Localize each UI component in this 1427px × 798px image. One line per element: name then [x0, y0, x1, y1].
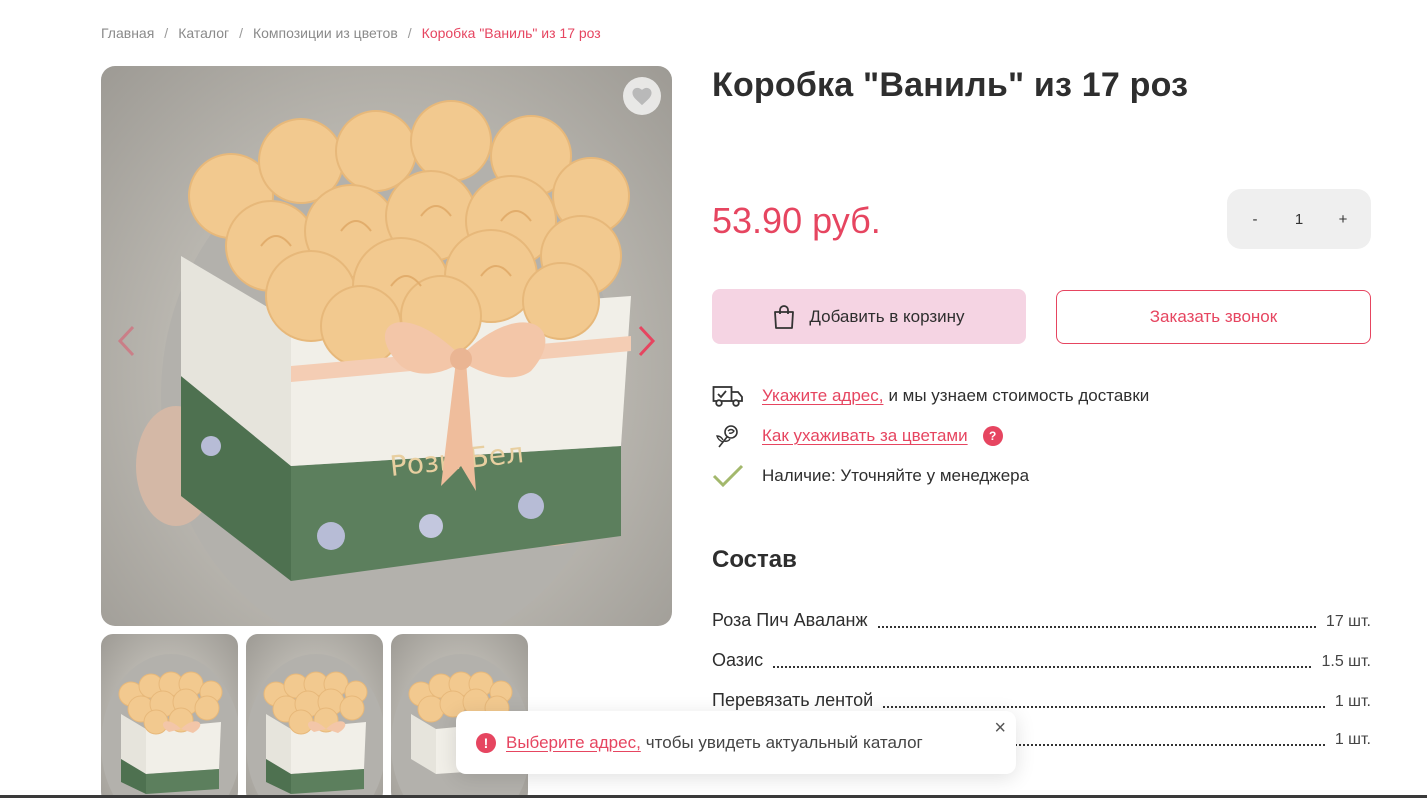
- breadcrumb-category[interactable]: Композиции из цветов: [253, 25, 398, 41]
- dotted-leader: [883, 706, 1325, 708]
- breadcrumb-home[interactable]: Главная: [101, 25, 154, 41]
- availability-info: Наличие: Уточняйте у менеджера: [712, 463, 1029, 489]
- arrow-right-icon[interactable]: [634, 324, 658, 358]
- thumbnail-photo: [246, 654, 383, 798]
- thumbnail-photo: [101, 654, 238, 798]
- dotted-leader: [773, 666, 1312, 668]
- composition-row: Перевязать лентой 1 шт.: [712, 690, 1371, 711]
- thumbnail[interactable]: [246, 634, 383, 798]
- composition-row: Роза Пич Аваланж 17 шт.: [712, 610, 1371, 631]
- add-to-cart-button[interactable]: Добавить в корзину: [712, 289, 1026, 344]
- breadcrumb-catalog[interactable]: Каталог: [178, 25, 229, 41]
- breadcrumb-separator: /: [164, 25, 169, 41]
- warning-icon: !: [476, 732, 496, 753]
- breadcrumb-separator: /: [239, 25, 243, 41]
- shopping-bag-icon: [774, 304, 795, 329]
- help-icon[interactable]: ?: [982, 426, 1003, 446]
- quantity-decrease-button[interactable]: -: [1245, 211, 1265, 228]
- composition-row: Оазис 1.5 шт.: [712, 650, 1371, 671]
- composition-title: Состав: [712, 546, 797, 573]
- quantity-stepper: - 1 +: [1227, 189, 1371, 249]
- thumbnail[interactable]: [101, 634, 238, 798]
- rose-icon: [712, 423, 744, 449]
- favorite-button[interactable]: [623, 77, 661, 115]
- toast-text: чтобы увидеть актуальный каталог: [645, 732, 923, 752]
- care-info: Как ухаживать за цветами ?: [712, 423, 1003, 449]
- quantity-increase-button[interactable]: +: [1333, 211, 1353, 228]
- availability-text: Наличие: Уточняйте у менеджера: [762, 466, 1030, 485]
- composition-item-name: Оазис: [712, 650, 764, 670]
- check-icon: [712, 463, 744, 489]
- product-main-image[interactable]: Розы.Бел: [101, 66, 672, 626]
- breadcrumb: Главная / Каталог / Композиции из цветов…: [101, 25, 601, 41]
- quantity-value[interactable]: 1: [1279, 211, 1319, 228]
- dotted-leader: [877, 626, 1316, 628]
- arrow-left-icon[interactable]: [115, 324, 139, 358]
- composition-item-qty: 1 шт.: [1334, 731, 1371, 748]
- add-to-cart-label: Добавить в корзину: [809, 306, 965, 326]
- delivery-truck-icon: [712, 383, 744, 409]
- composition-item-qty: 17 шт.: [1325, 613, 1371, 630]
- specify-address-link[interactable]: Укажите адрес,: [762, 386, 883, 406]
- breadcrumb-current: Коробка "Ваниль" из 17 роз: [421, 25, 601, 41]
- delivery-info: Укажите адрес, и мы узнаем стоимость дос…: [712, 383, 1149, 409]
- composition-item-qty: 1.5 шт.: [1321, 653, 1371, 670]
- order-call-label: Заказать звонок: [1149, 307, 1278, 326]
- close-icon[interactable]: ×: [994, 717, 1006, 740]
- composition-item-name: Перевязать лентой: [712, 690, 874, 710]
- order-call-button[interactable]: Заказать звонок: [1056, 290, 1371, 344]
- product-photo: Розы.Бел: [136, 100, 631, 626]
- product-title: Коробка "Ваниль" из 17 роз: [712, 66, 1189, 104]
- breadcrumb-separator: /: [407, 25, 412, 41]
- product-price: 53.90 руб.: [712, 200, 881, 241]
- heart-icon: [632, 87, 652, 106]
- delivery-text: и мы узнаем стоимость доставки: [888, 386, 1150, 405]
- flower-care-link[interactable]: Как ухаживать за цветами: [762, 426, 968, 446]
- address-toast: ! Выберите адрес, чтобы увидеть актуальн…: [456, 711, 1016, 774]
- composition-item-name: Роза Пич Аваланж: [712, 610, 868, 630]
- composition-item-qty: 1 шт.: [1334, 693, 1371, 710]
- choose-address-link[interactable]: Выберите адрес,: [506, 733, 641, 753]
